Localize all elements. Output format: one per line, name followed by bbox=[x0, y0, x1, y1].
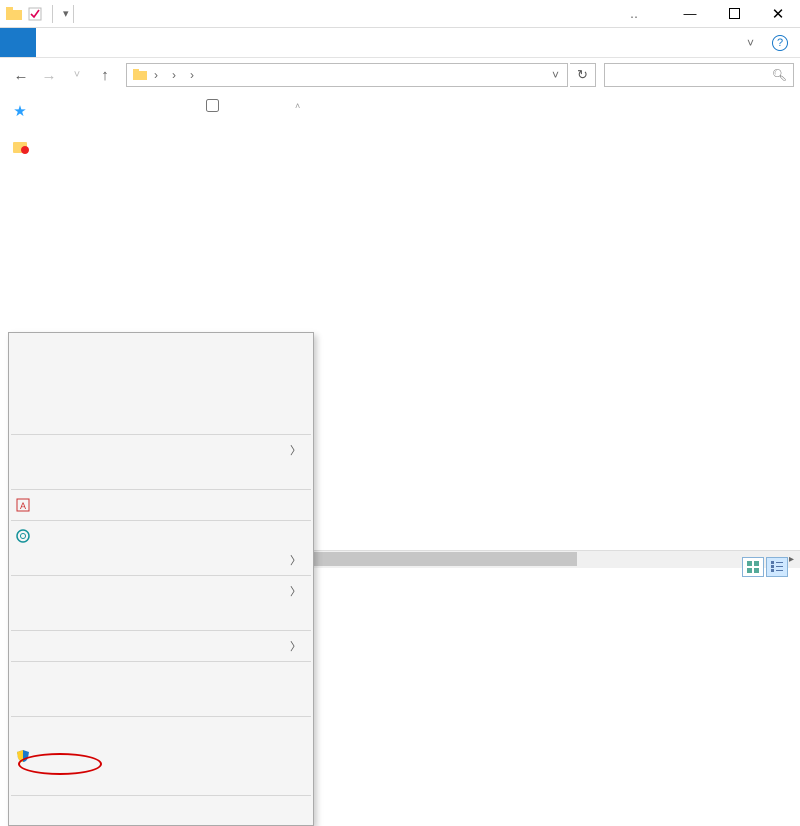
menu-item-open-new-window[interactable] bbox=[9, 359, 313, 383]
menu-item-restore-versions[interactable] bbox=[9, 462, 313, 486]
sidebar-item-quick-access[interactable]: ★ bbox=[12, 100, 195, 122]
select-all-checkbox[interactable] bbox=[206, 99, 219, 112]
menu-item-copy[interactable] bbox=[9, 689, 313, 713]
breadcrumb[interactable] bbox=[197, 64, 205, 86]
menu-item-combine-acrobat[interactable]: A bbox=[9, 493, 313, 517]
up-button[interactable]: ↑ bbox=[92, 62, 118, 88]
qat-dropdown-icon[interactable]: ▾ bbox=[63, 7, 69, 20]
menu-item-cut[interactable] bbox=[9, 665, 313, 689]
sidebar-item-creative-cloud[interactable] bbox=[12, 136, 195, 158]
separator bbox=[11, 434, 311, 435]
chevron-right-icon: 〉 bbox=[290, 583, 301, 599]
cloud-icon bbox=[12, 140, 28, 154]
file-tab[interactable] bbox=[0, 28, 36, 57]
address-bar[interactable]: › › › ˅ bbox=[126, 63, 568, 87]
acrobat-icon: A bbox=[15, 497, 31, 513]
help-icon[interactable]: ? bbox=[772, 35, 788, 51]
minimize-button[interactable]: — bbox=[668, 0, 712, 28]
chevron-right-icon[interactable]: › bbox=[187, 68, 197, 82]
properties-icon[interactable] bbox=[28, 7, 42, 21]
menu-item-advanced-options[interactable]: 〉 bbox=[9, 548, 313, 572]
menu-item-send-to[interactable]: 〉 bbox=[9, 634, 313, 658]
close-button[interactable]: ✕ bbox=[756, 0, 800, 28]
context-menu: 〉 A 〉 〉 〉 bbox=[8, 332, 314, 826]
separator bbox=[11, 716, 311, 717]
folder-icon bbox=[6, 7, 22, 21]
separator bbox=[52, 5, 53, 23]
separator bbox=[73, 5, 74, 23]
breadcrumb[interactable] bbox=[161, 64, 169, 86]
separator bbox=[11, 630, 311, 631]
chevron-right-icon: 〉 bbox=[290, 442, 301, 458]
view-switcher bbox=[742, 557, 788, 577]
chevron-right-icon[interactable]: › bbox=[169, 68, 179, 82]
search-input[interactable]: 🔍︎ bbox=[604, 63, 794, 87]
menu-item-properties[interactable] bbox=[9, 799, 313, 823]
ribbon: ˅ ? bbox=[0, 28, 800, 58]
separator bbox=[11, 575, 311, 576]
breadcrumb[interactable] bbox=[179, 64, 187, 86]
menu-item-share-with[interactable]: 〉 bbox=[9, 438, 313, 462]
menu-item-eset-scan[interactable] bbox=[9, 524, 313, 548]
separator bbox=[11, 489, 311, 490]
chevron-right-icon: 〉 bbox=[290, 638, 301, 654]
collapse-ribbon-icon[interactable]: ˅ bbox=[747, 36, 754, 50]
view-thumbnails-button[interactable] bbox=[742, 557, 764, 577]
menu-item-open[interactable] bbox=[9, 335, 313, 359]
view-details-button[interactable] bbox=[766, 557, 788, 577]
star-icon: ★ bbox=[12, 104, 28, 118]
title-bar: ▾ ‥ — ✕ bbox=[0, 0, 800, 28]
menu-item-create-shortcut[interactable] bbox=[9, 720, 313, 744]
menu-item-include-library[interactable]: 〉 bbox=[9, 579, 313, 603]
sort-asc-icon: ˄ bbox=[295, 101, 300, 111]
menu-item-rename[interactable] bbox=[9, 768, 313, 792]
menu-item-pin-quick-access[interactable] bbox=[9, 407, 313, 431]
history-dropdown[interactable]: ˅ bbox=[64, 62, 90, 88]
column-header-name[interactable]: ˄ bbox=[229, 92, 465, 119]
search-icon: 🔍︎ bbox=[772, 68, 787, 82]
menu-item-pin-start[interactable] bbox=[9, 603, 313, 627]
column-header-size[interactable] bbox=[731, 92, 785, 119]
column-header-type[interactable] bbox=[615, 92, 731, 119]
separator bbox=[11, 795, 311, 796]
nav-row: ← → ˅ ↑ › › › ˅ ↻ 🔍︎ bbox=[0, 58, 800, 92]
menu-item-phraseexpander[interactable] bbox=[9, 383, 313, 407]
maximize-button[interactable] bbox=[712, 0, 756, 28]
view-tab[interactable] bbox=[92, 28, 120, 57]
svg-text:A: A bbox=[20, 501, 26, 511]
chevron-right-icon[interactable]: › bbox=[151, 68, 161, 82]
menu-item-delete[interactable] bbox=[9, 744, 313, 768]
home-tab[interactable] bbox=[36, 28, 64, 57]
back-button[interactable]: ← bbox=[8, 62, 34, 88]
column-header-date[interactable] bbox=[465, 92, 615, 119]
chevron-right-icon: 〉 bbox=[290, 552, 301, 568]
separator bbox=[11, 661, 311, 662]
share-tab[interactable] bbox=[64, 28, 92, 57]
folder-icon bbox=[131, 66, 149, 84]
address-dropdown-icon[interactable]: ˅ bbox=[546, 68, 565, 82]
window-drag-dots: ‥ bbox=[630, 7, 640, 21]
shield-icon bbox=[15, 748, 31, 764]
column-headers: ˄ bbox=[195, 92, 800, 119]
eset-icon bbox=[15, 528, 31, 544]
separator bbox=[11, 520, 311, 521]
forward-button[interactable]: → bbox=[36, 62, 62, 88]
refresh-button[interactable]: ↻ bbox=[570, 63, 596, 87]
